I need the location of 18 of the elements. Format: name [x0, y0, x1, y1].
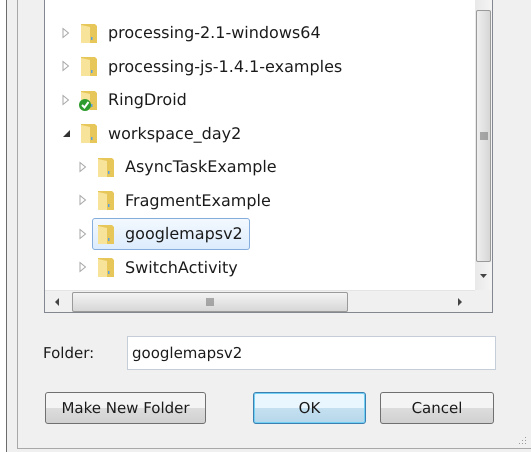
tree-item[interactable]: processing-2.1-windows64	[75, 16, 328, 49]
dialog-button[interactable]: Cancel	[380, 392, 494, 424]
tree-item[interactable]: SwitchActivity	[92, 251, 245, 284]
tree-item[interactable]: googlemapsv2	[92, 218, 250, 250]
dialog-button[interactable]: Make New Folder	[45, 392, 206, 424]
tree-item[interactable]: AsyncTaskExample	[92, 150, 284, 183]
dialog-button[interactable]: OK	[253, 392, 366, 424]
tree-item[interactable]: workspace_day2	[75, 117, 248, 150]
tree-item[interactable]: processing-js-1.4.1-examples	[75, 50, 350, 82]
vertical-scrollbar[interactable]	[475, 0, 492, 290]
scroll-thumb[interactable]	[72, 292, 348, 312]
scroll-thumb[interactable]	[476, 10, 491, 262]
tree-item[interactable]: FragmentExample	[92, 184, 278, 216]
folder-label: Folder:	[43, 344, 96, 362]
folder-field[interactable]: googlemapsv2	[127, 336, 496, 370]
resize-grip-icon[interactable]	[517, 435, 527, 445]
tree-item[interactable]: RingDroid	[75, 84, 194, 116]
horizontal-scrollbar[interactable]	[45, 290, 475, 312]
